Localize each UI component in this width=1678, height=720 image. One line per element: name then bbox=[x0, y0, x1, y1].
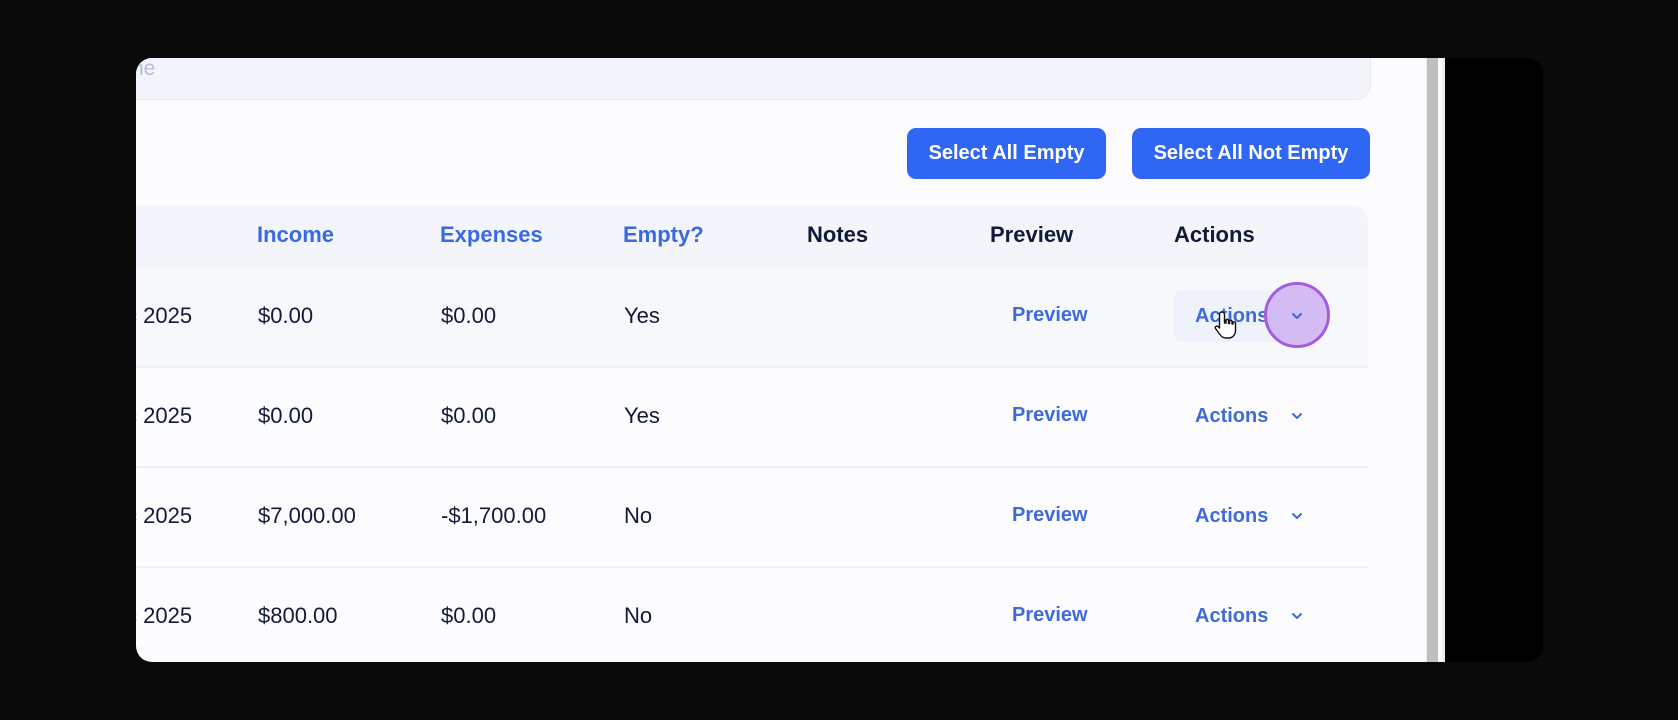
cell-empty: Yes bbox=[624, 303, 660, 328]
chevron-down-icon bbox=[1292, 413, 1302, 419]
cell-empty: Yes bbox=[624, 403, 660, 428]
actions-label: Actions bbox=[1195, 404, 1269, 427]
page-content: ne Select All Empty Select All Not Empty… bbox=[136, 58, 1445, 662]
chevron-down-icon bbox=[1292, 613, 1302, 619]
chevron-down-icon bbox=[1292, 513, 1302, 519]
search-input[interactable] bbox=[136, 58, 1371, 100]
preview-link[interactable]: Preview bbox=[1012, 304, 1088, 327]
header-income[interactable]: Income bbox=[257, 222, 334, 248]
cell-period: c 2025 bbox=[136, 403, 193, 428]
cell-expenses: $0.00 bbox=[441, 603, 497, 628]
header-preview: Preview bbox=[990, 222, 1074, 247]
preview-link[interactable]: Preview bbox=[1012, 404, 1088, 427]
actions-dropdown[interactable]: Actions bbox=[1173, 590, 1318, 642]
cell-income: $800.00 bbox=[258, 603, 338, 628]
cell-income: $7,000.00 bbox=[258, 503, 356, 528]
header-notes: Notes bbox=[807, 222, 869, 247]
cell-period: c 2025 bbox=[136, 303, 193, 328]
preview-link[interactable]: Preview bbox=[1012, 604, 1088, 627]
header-empty[interactable]: Empty? bbox=[623, 222, 704, 248]
search-placeholder: ne bbox=[136, 58, 156, 80]
scrollbar-thumb[interactable] bbox=[1427, 58, 1442, 662]
actions-label: Actions bbox=[1195, 504, 1269, 527]
actions-dropdown[interactable]: Actions bbox=[1173, 390, 1318, 442]
chevron-down-icon bbox=[1292, 313, 1302, 319]
select-all-not-empty-button[interactable]: Select All Not Empty bbox=[1132, 128, 1370, 179]
cell-expenses: -$1,700.00 bbox=[441, 503, 547, 528]
cell-empty: No bbox=[624, 503, 653, 528]
cell-income: $0.00 bbox=[258, 303, 314, 328]
actions-label: Actions bbox=[1195, 604, 1269, 627]
hand-pointer-icon bbox=[1214, 311, 1237, 339]
cell-period: c 2025 bbox=[136, 503, 193, 528]
cell-empty: No bbox=[624, 603, 653, 628]
header-expenses[interactable]: Expenses bbox=[440, 222, 543, 248]
select-all-empty-button[interactable]: Select All Empty bbox=[907, 128, 1106, 179]
cell-period: c 2025 bbox=[136, 603, 193, 628]
browser-window: ne Select All Empty Select All Not Empty… bbox=[136, 58, 1543, 662]
header-actions: Actions bbox=[1174, 222, 1255, 247]
cell-income: $0.00 bbox=[258, 403, 314, 428]
actions-dropdown[interactable]: Actions bbox=[1173, 490, 1318, 542]
cell-expenses: $0.00 bbox=[441, 303, 497, 328]
preview-link[interactable]: Preview bbox=[1012, 504, 1088, 527]
cell-expenses: $0.00 bbox=[441, 403, 497, 428]
